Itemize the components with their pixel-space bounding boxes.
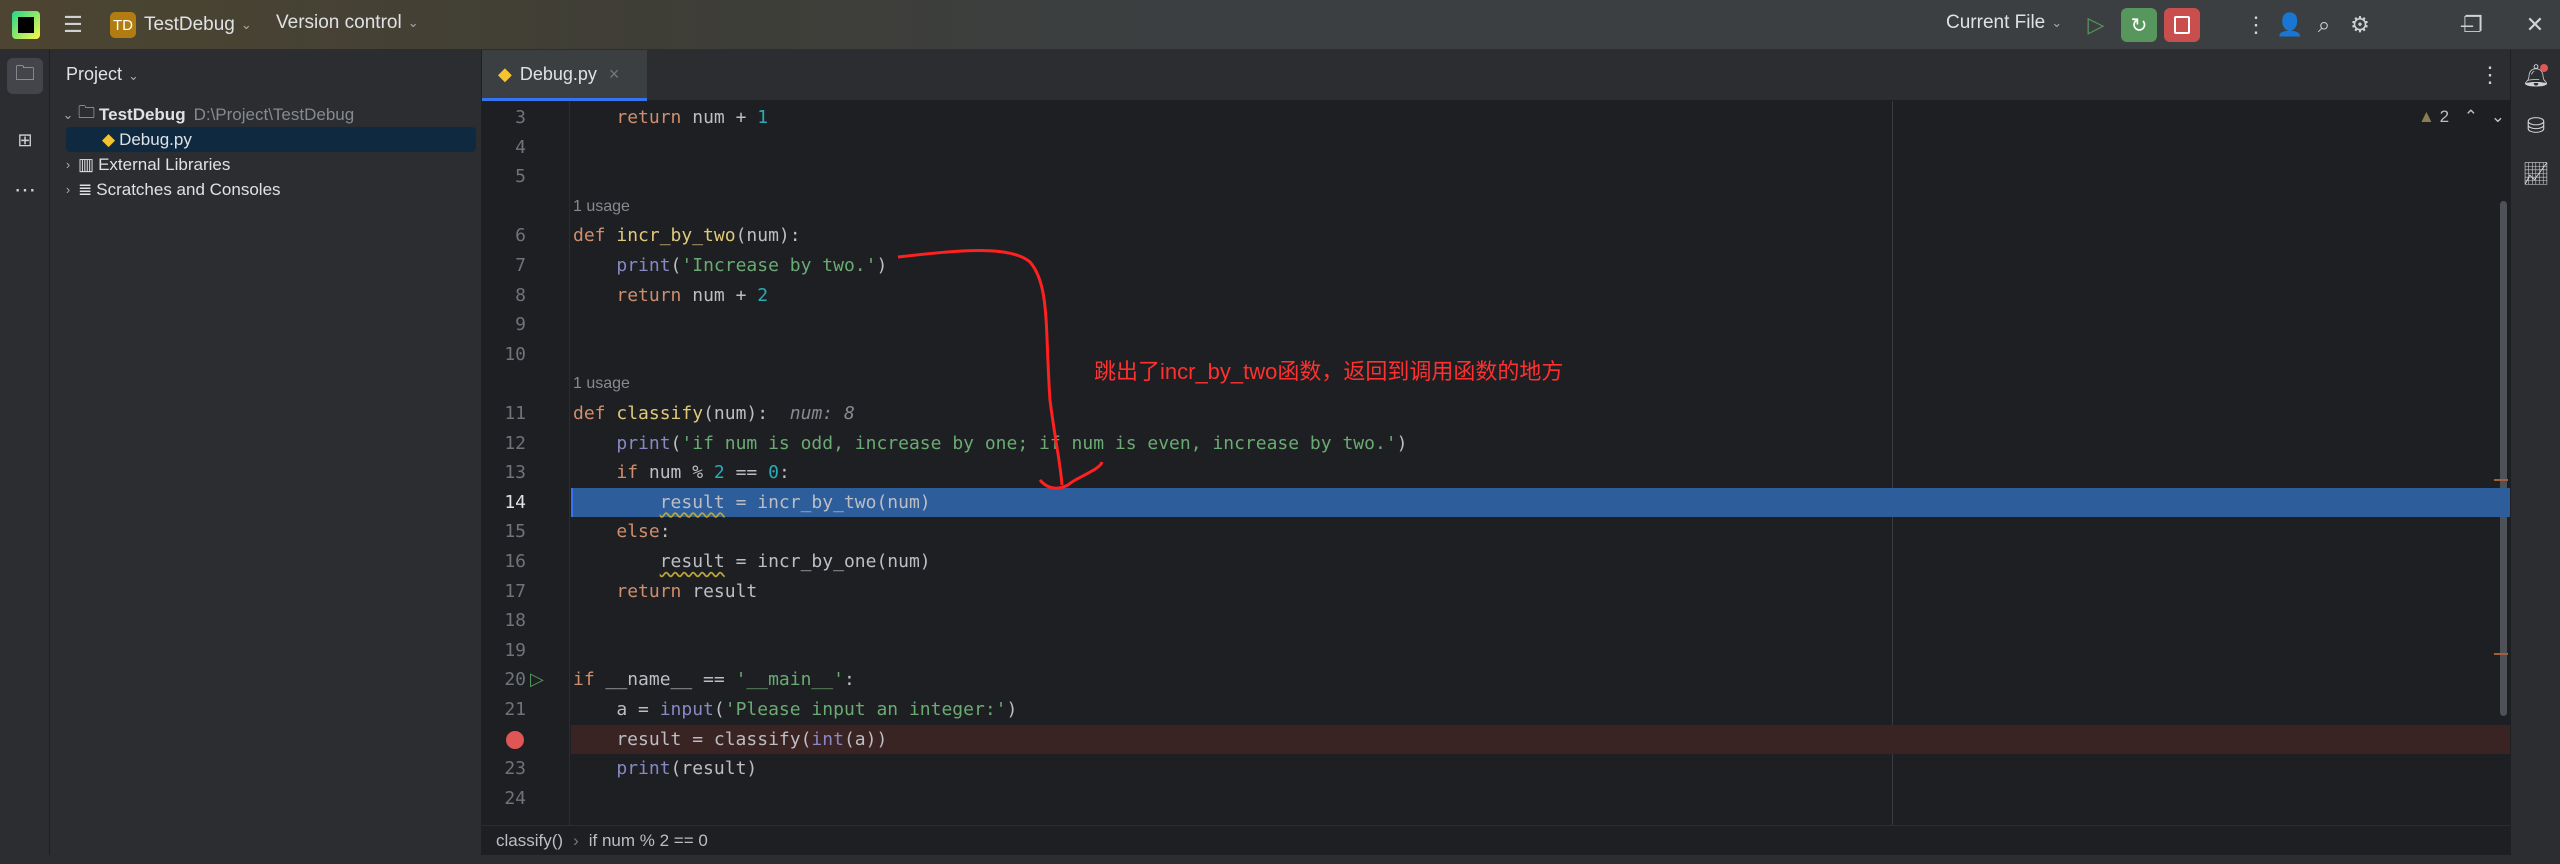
annotation-arrow xyxy=(897,249,1104,490)
notifications-icon[interactable]: 🔔︎ xyxy=(2518,58,2554,94)
status-bar xyxy=(0,855,2560,864)
breadcrumb: classify() › if num % 2 == 0 xyxy=(482,825,2510,855)
breadcrumb-function[interactable]: classify() xyxy=(496,831,563,851)
breadcrumb-statement[interactable]: if num % 2 == 0 xyxy=(589,831,708,851)
database-icon[interactable]: ⛁ xyxy=(2518,108,2554,144)
profiler-icon[interactable]: 📈︎ xyxy=(2518,156,2554,192)
annotation-text: 跳出了incr_by_two函数，返回到调用函数的地方 xyxy=(1094,359,1564,384)
right-tool-strip: 🔔︎ ⛁ 📈︎ xyxy=(2510,50,2560,864)
chevron-right-icon: › xyxy=(573,830,579,850)
notification-dot xyxy=(2540,64,2548,72)
